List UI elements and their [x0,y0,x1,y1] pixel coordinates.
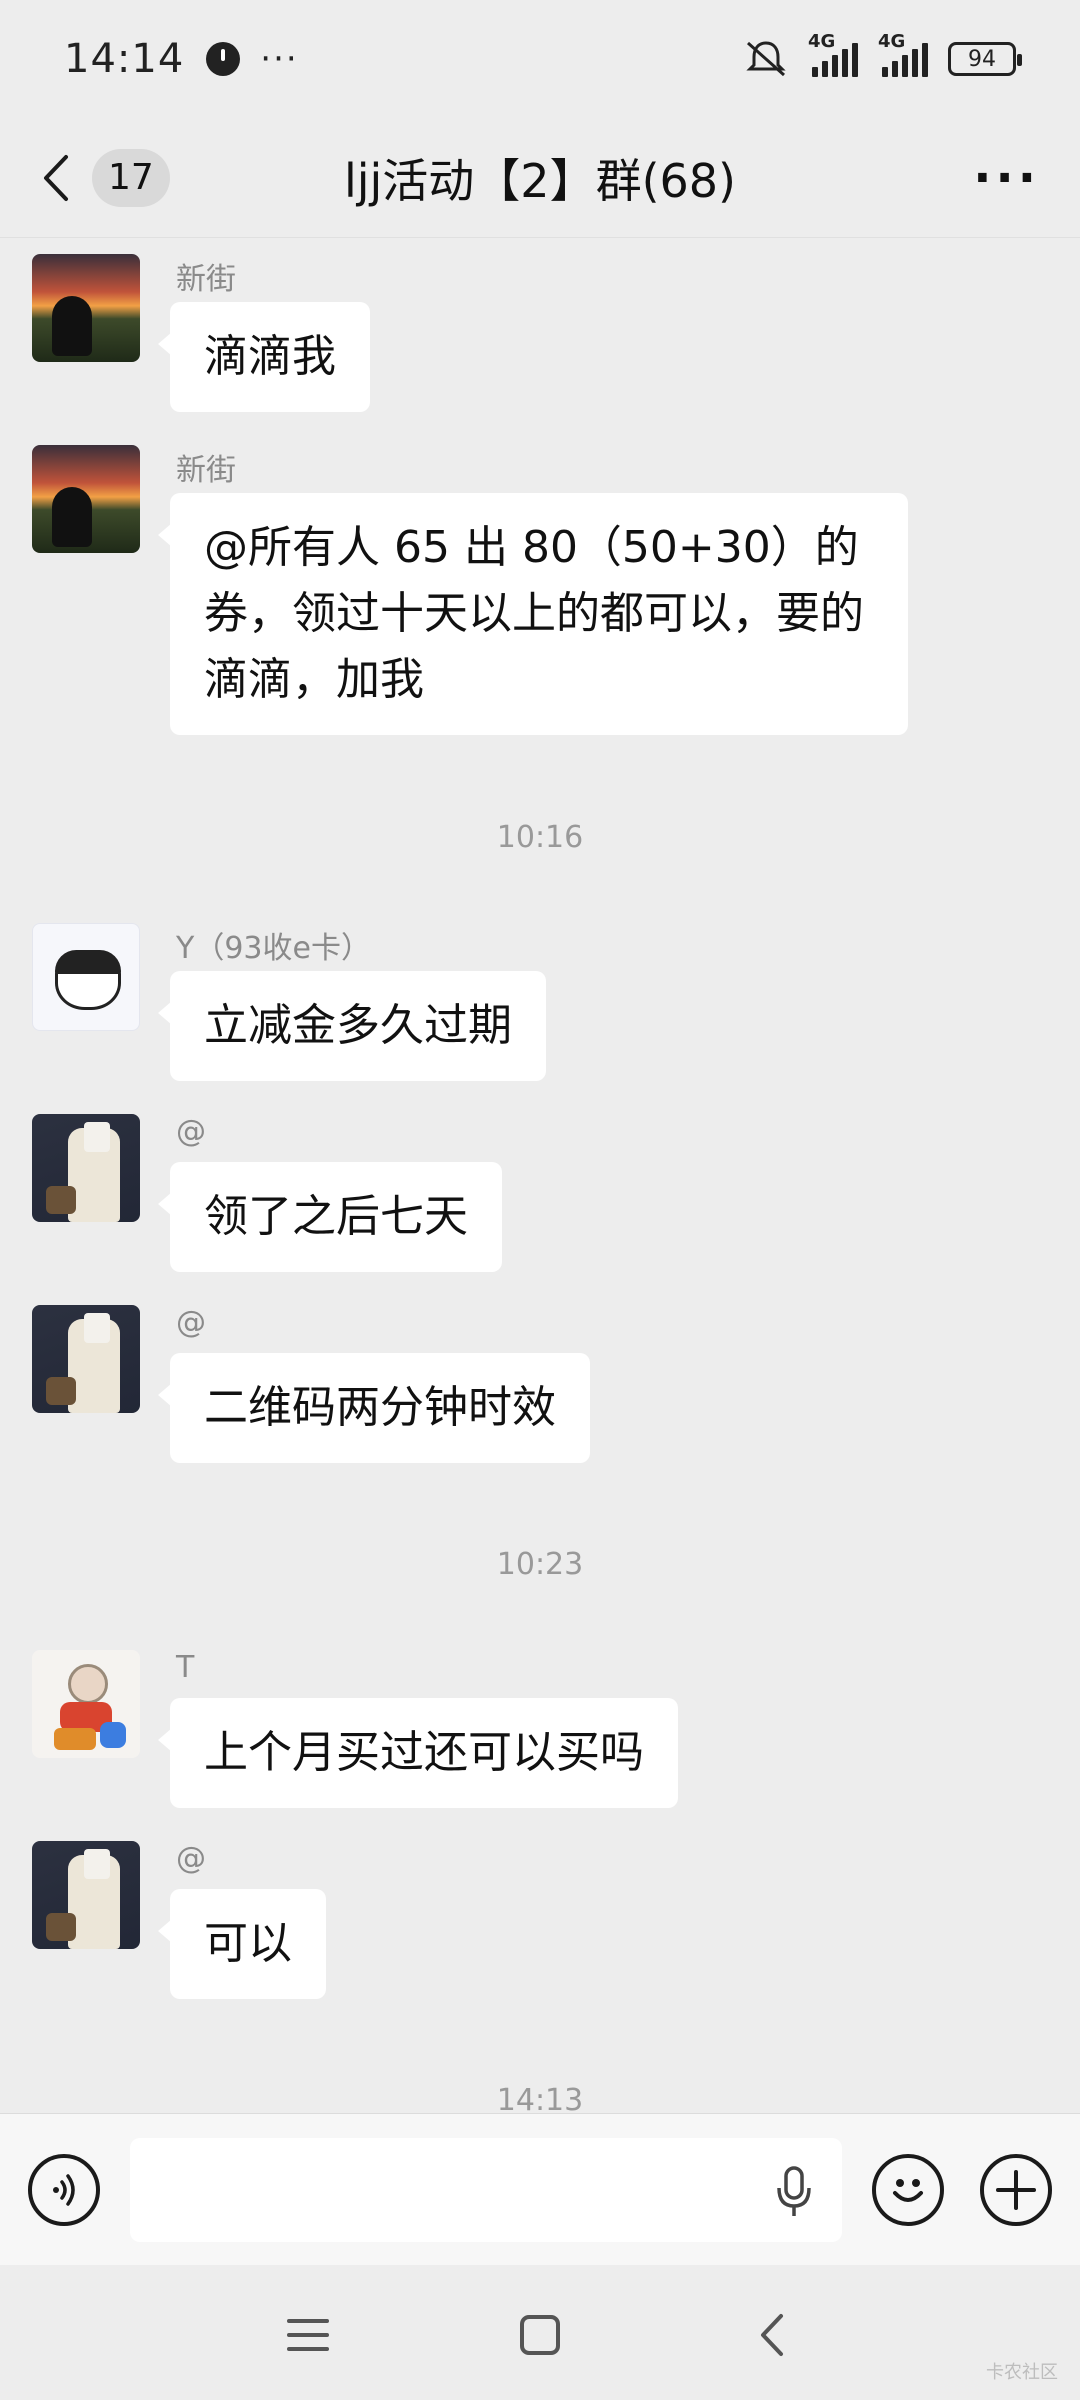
network-type-2: 4G [878,31,906,52]
mute-bell-icon [746,41,786,77]
girl-avatar[interactable] [32,1650,140,1758]
dark-avatar[interactable] [32,1114,140,1222]
clock-icon [206,42,241,76]
message-bubble[interactable]: 二维码两分钟时效 [158,1353,590,1463]
status-time: 14:14 [64,36,185,82]
message-bubble[interactable]: 立减金多久过期 [158,971,546,1081]
input-bar [0,2113,1080,2265]
battery-level: 94 [968,46,996,72]
home-nav-button[interactable] [510,2305,570,2365]
message-sender: @ [176,1114,206,1149]
menu-nav-button[interactable] [278,2305,338,2365]
network-type-1: 4G [808,31,836,52]
chat-header: 17 ljj活动【2】群(68) ··· [0,118,1080,238]
timestamp-divider: 10:23 [496,1547,584,1582]
menu-lines-icon [287,2319,329,2351]
message-input[interactable] [130,2138,842,2242]
back-triangle-icon [761,2314,783,2356]
voice-toggle-button[interactable] [28,2154,100,2226]
message-list[interactable]: 新街 滴滴我 新街 @所有人 65 出 80（50+30）的券，领过十天以上的都… [0,238,1080,2113]
message-sender: 新街 [176,262,236,297]
square-home-icon [520,2315,560,2355]
chevron-left-icon [44,154,68,201]
microphone-icon[interactable] [774,2166,814,2218]
message-sender: Y（93收e卡） [176,931,371,966]
message-sender: @ [176,1305,206,1340]
emoji-button[interactable] [872,2154,944,2226]
sunset-avatar[interactable] [32,445,140,553]
message-bubble[interactable]: 可以 [158,1889,326,1999]
message-sender: @ [176,1841,206,1876]
message-sender: 新街 [176,453,236,488]
message-bubble[interactable]: @所有人 65 出 80（50+30）的券，领过十天以上的都可以，要的滴滴，加我 [158,493,908,735]
more-functions-button[interactable] [980,2154,1052,2226]
smiley-icon [893,2179,923,2202]
status-bar: 14:14 ··· 4G 4G 94 [0,0,1080,118]
unread-count: 17 [108,157,154,198]
message-bubble[interactable]: 上个月买过还可以买吗 [158,1698,678,1808]
battery-icon: 94 [948,42,1022,76]
dark-avatar[interactable] [32,1841,140,1949]
cat-avatar[interactable] [32,923,140,1031]
timestamp-divider: 14:13 [496,2083,584,2113]
back-nav-button[interactable] [742,2305,802,2365]
status-more-dots: ··· [260,39,299,79]
system-nav-bar: 卡农社区 [0,2265,1080,2400]
unread-count-badge[interactable]: 17 [92,148,170,207]
more-options-button[interactable]: ··· [973,150,1040,206]
message-sender: T [176,1650,195,1685]
signal-icon-1: 4G [808,31,858,77]
dark-avatar[interactable] [32,1305,140,1413]
message-bubble[interactable]: 滴滴我 [158,302,370,412]
message-bubble[interactable]: 领了之后七天 [158,1162,502,1272]
sunset-avatar[interactable] [32,254,140,362]
watermark: 卡农社区 [986,2362,1058,2383]
plus-icon [996,2170,1036,2210]
voice-wave-icon [53,2174,75,2206]
timestamp-divider: 10:16 [496,820,584,855]
back-button[interactable] [40,148,84,208]
signal-icon-2: 4G [878,31,928,77]
